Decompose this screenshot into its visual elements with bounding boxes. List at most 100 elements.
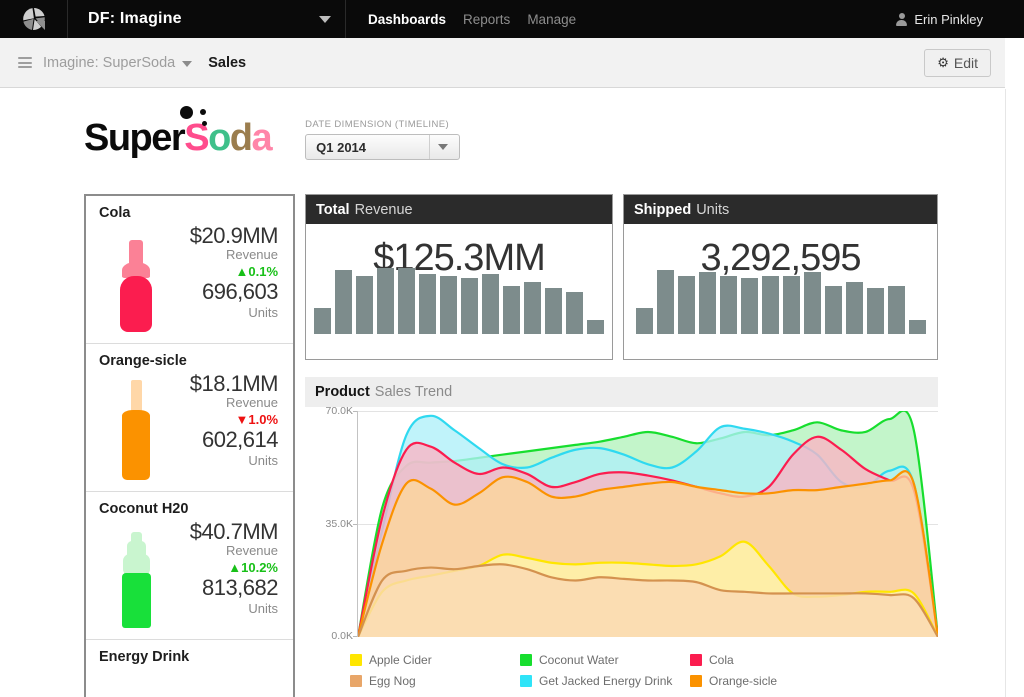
logo-text-d: d: [229, 117, 253, 159]
legend-swatch: [350, 675, 362, 687]
legend-label: Coconut Water: [539, 653, 619, 667]
logo-text-a: a: [251, 117, 273, 159]
dashboard-canvas: SuperSoda DATE DIMENSION (TIMELINE) Q1 2…: [0, 89, 1005, 697]
product-units-label: Units: [248, 452, 278, 468]
sparkline-bar: [761, 276, 779, 334]
sparkline-bar: [824, 286, 842, 334]
sparkline-bar: [545, 288, 562, 334]
nav-item-dashboards[interactable]: Dashboards: [368, 12, 446, 27]
trend-title-rest: Sales Trend: [374, 384, 453, 400]
revenue-sparkline: [306, 268, 612, 334]
dashboard-app: DF: Imagine Dashboards Reports Manage Er…: [0, 0, 1024, 697]
page-scrollbar[interactable]: [1005, 89, 1024, 697]
coconut-sport-bottle-icon: [99, 520, 173, 628]
legend-item-get-jacked-energy-drink[interactable]: Get Jacked Energy Drink: [520, 674, 690, 688]
product-name: Energy Drink: [99, 649, 190, 665]
sparkline-bar: [698, 272, 716, 334]
trend-header: Product Sales Trend: [305, 377, 938, 407]
kpi-title-rest: Revenue: [354, 201, 413, 218]
hamburger-menu-icon[interactable]: [18, 57, 32, 68]
legend-item-apple-cider[interactable]: Apple Cider: [350, 653, 520, 667]
date-dimension-value: Q1 2014: [316, 139, 367, 155]
legend-item-egg-nog[interactable]: Egg Nog: [350, 674, 520, 688]
sparkline-bar: [356, 276, 373, 334]
breadcrumb-page: Sales: [208, 54, 247, 71]
product-units: 602,614: [201, 427, 279, 453]
trend-title-bold: Product: [315, 384, 370, 400]
cola-bottle-icon: [99, 224, 173, 332]
sparkline-bar: [845, 282, 863, 334]
product-units-label: Units: [248, 600, 278, 616]
product-sales-trend-panel[interactable]: Product Sales Trend 70.0K 35.0K 0.0K App…: [305, 377, 938, 697]
area-series-group: [358, 411, 938, 637]
logo-bubble-icon: [180, 106, 193, 119]
edit-button-label: Edit: [953, 54, 978, 71]
sparkline-bar: [482, 274, 499, 334]
date-dimension-filter: DATE DIMENSION (TIMELINE) Q1 2014: [305, 107, 461, 160]
sparkline-bar: [398, 268, 415, 334]
sparkline-bar: [782, 276, 800, 334]
chevron-down-icon[interactable]: [182, 61, 193, 67]
kpi-card-shipped-units[interactable]: Shipped Units 3,292,595: [623, 194, 938, 360]
workspace-title: DF: Imagine: [88, 10, 182, 27]
legend-swatch: [520, 675, 532, 687]
y-axis-tick-label: 35.0K: [325, 518, 353, 530]
product-card-coconut-h20[interactable]: Coconut H20 $40.7MM Revenue ▲10.2% 813,6…: [86, 492, 293, 640]
sparkline-bar: [635, 308, 653, 334]
gear-icon: ⚙: [937, 54, 949, 70]
sparkline-bar: [677, 276, 695, 334]
sparkline-bar: [656, 270, 674, 334]
sparkline-bar: [803, 272, 821, 334]
product-card-orange-sicle[interactable]: Orange-sicle $18.1MM Revenue ▼1.0% 602,6…: [86, 344, 293, 492]
y-axis-tick-label: 0.0K: [331, 630, 353, 642]
date-dimension-label: DATE DIMENSION (TIMELINE): [305, 119, 450, 130]
user-avatar-icon: [896, 12, 908, 26]
brand-row: SuperSoda DATE DIMENSION (TIMELINE) Q1 2…: [84, 106, 461, 160]
kpi-header: Shipped Units: [624, 195, 937, 224]
gooddata-logo-icon: [22, 8, 45, 31]
sparkline-bar: [740, 278, 758, 334]
product-revenue-label: Revenue: [225, 395, 278, 411]
product-name: Coconut H20: [99, 501, 189, 517]
breadcrumb-project[interactable]: Imagine: SuperSoda: [43, 55, 175, 71]
supersoda-logo: SuperSoda: [84, 106, 273, 159]
product-name: Cola: [99, 205, 131, 221]
workspace-selector[interactable]: DF: Imagine: [68, 0, 346, 38]
legend-item-orange-sicle[interactable]: Orange-sicle: [690, 674, 850, 688]
product-units-label: Units: [248, 304, 278, 320]
main-menu: Dashboards Reports Manage: [346, 12, 576, 27]
nav-item-reports[interactable]: Reports: [463, 12, 510, 27]
chevron-down-icon: [319, 15, 331, 23]
nav-item-manage[interactable]: Manage: [527, 12, 576, 27]
logo-bubble-icon: [202, 121, 207, 126]
units-sparkline: [624, 270, 937, 334]
breadcrumb-bar: Imagine: SuperSoda Sales ⚙ Edit: [0, 38, 1005, 88]
date-dimension-dropdown-button[interactable]: [429, 135, 455, 159]
legend-swatch: [690, 654, 702, 666]
user-menu[interactable]: Erin Pinkley: [896, 12, 1005, 27]
legend-item-cola[interactable]: Cola: [690, 653, 850, 667]
legend-label: Egg Nog: [369, 674, 416, 688]
legend-swatch: [690, 675, 702, 687]
chart-legend: Apple Cider Coconut Water Cola Egg Nog G…: [350, 653, 938, 688]
kpi-card-total-revenue[interactable]: Total Revenue $125.3MM: [305, 194, 613, 360]
orange-bottle-icon: [99, 372, 173, 480]
sparkline-bar: [314, 308, 331, 334]
product-card-cola[interactable]: Cola $20.9MM Revenue ▲0.1% 696,603 Units: [86, 196, 293, 344]
edit-button[interactable]: ⚙ Edit: [924, 48, 991, 77]
product-revenue: $40.7MM: [189, 519, 279, 544]
product-card-energy-drink[interactable]: Energy Drink: [86, 640, 293, 697]
sparkline-bar: [587, 320, 604, 334]
topnav-right-filler: [1005, 0, 1024, 38]
legend-item-coconut-water[interactable]: Coconut Water: [520, 653, 690, 667]
legend-label: Orange-sicle: [709, 674, 778, 688]
product-list-panel[interactable]: Cola $20.9MM Revenue ▲0.1% 696,603 Units…: [84, 194, 295, 697]
product-delta: ▲10.2%: [228, 559, 278, 575]
app-logo[interactable]: [0, 0, 68, 38]
sparkline-bar: [719, 276, 737, 334]
product-delta: ▼1.0%: [235, 411, 279, 427]
logo-text-super: Super: [84, 117, 186, 159]
product-revenue: $20.9MM: [189, 223, 279, 248]
sparkline-bar: [419, 274, 436, 334]
date-dimension-select[interactable]: Q1 2014: [305, 134, 461, 160]
